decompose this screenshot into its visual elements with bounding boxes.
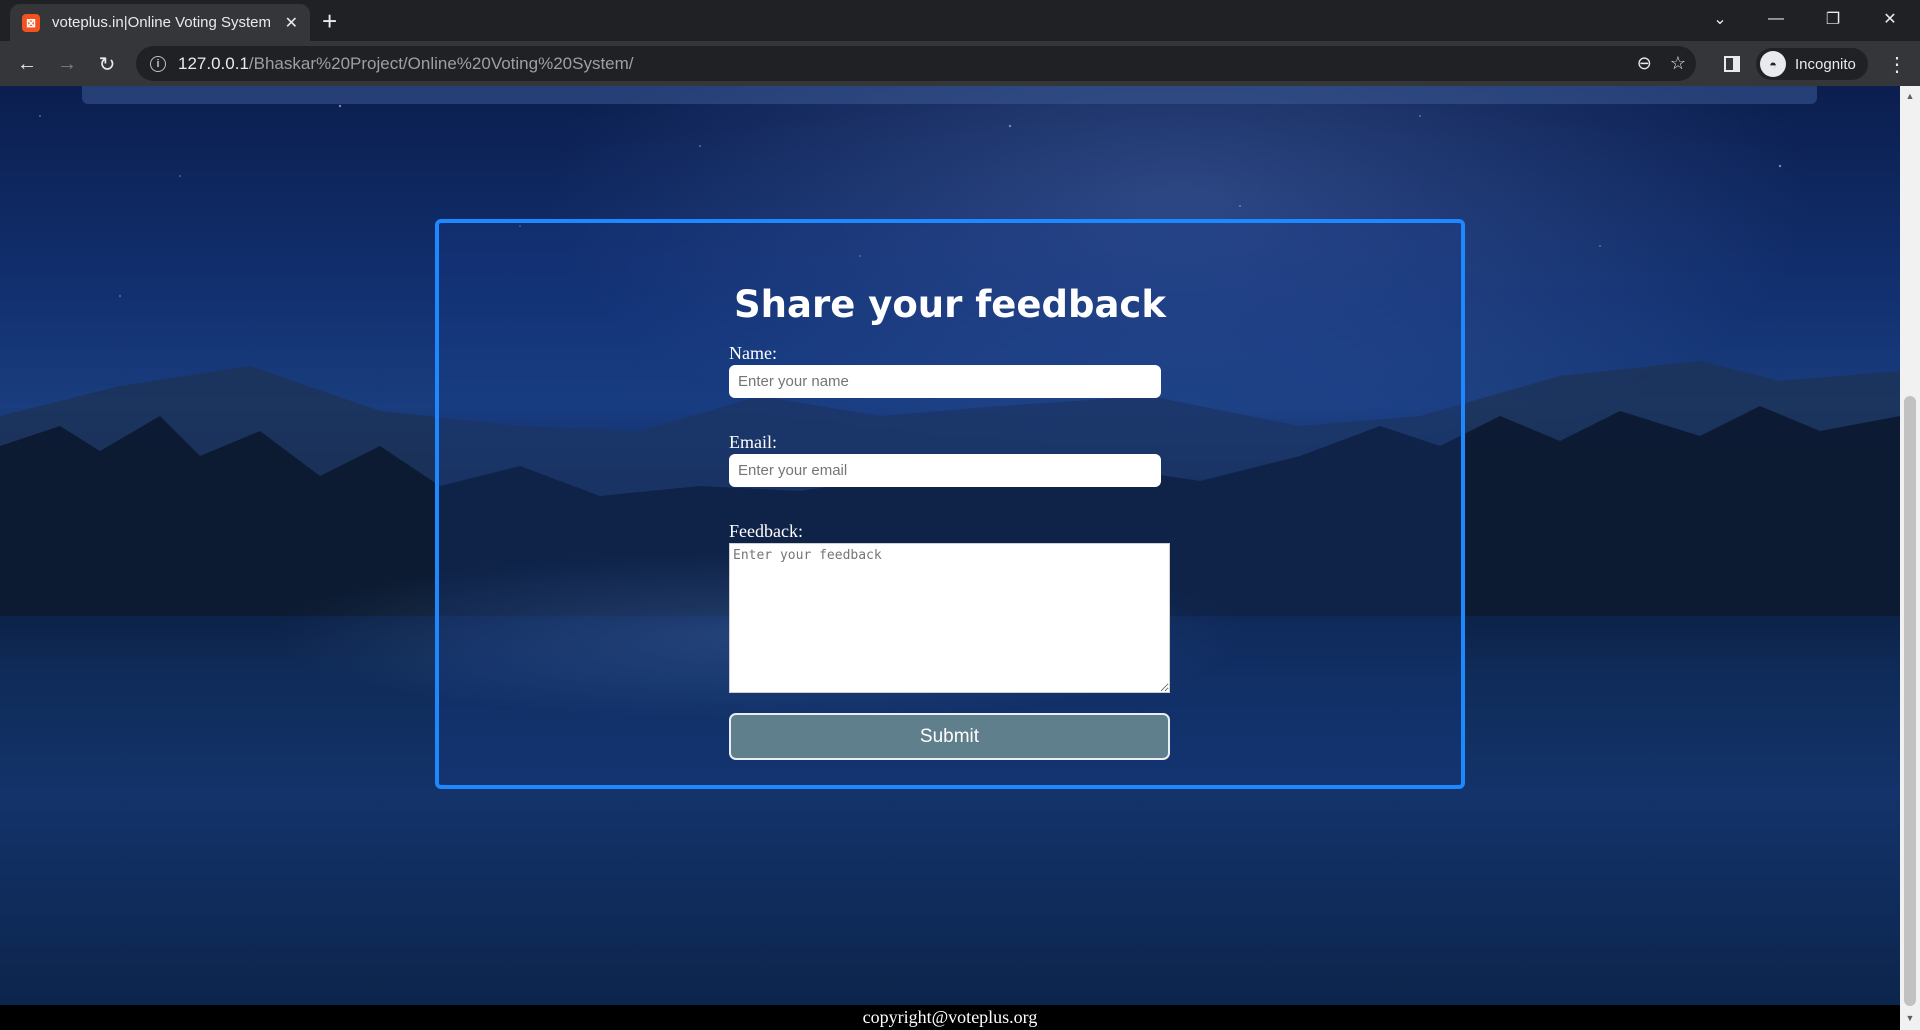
close-tab-icon[interactable]: ✕ [285,13,298,33]
feedback-textarea[interactable] [729,543,1170,693]
name-label: Name: [729,343,777,363]
bookmark-star-icon[interactable]: ☆ [1670,53,1686,74]
email-label: Email: [729,432,777,452]
restore-button[interactable]: ❐ [1805,0,1861,38]
page-viewport: Share your feedback Name: Email: Feedbac… [0,86,1900,1030]
page-scrollbar[interactable]: ▲ ▼ [1900,86,1920,1030]
copyright-text: copyright@voteplus.org [862,1007,1038,1027]
side-panel-icon[interactable] [1716,48,1748,80]
tab-title: voteplus.in|Online Voting System [52,14,272,31]
site-info-icon[interactable]: i [150,55,166,72]
scroll-down-icon[interactable]: ▼ [1904,1012,1916,1024]
page-title: Share your feedback [734,283,1166,326]
incognito-icon: ◓ [1760,51,1786,77]
name-input[interactable] [729,365,1161,398]
tab-search-chevron-icon[interactable]: ⌄ [1692,0,1748,38]
url-host: 127.0.0.1 [178,53,249,73]
reload-button[interactable]: ↻ [90,47,124,81]
url-path: /Bhaskar%20Project/Online%20Voting%20Sys… [248,53,634,73]
scroll-up-icon[interactable]: ▲ [1904,90,1916,102]
feedback-form: Name: Email: Feedback: Submit [729,343,1174,760]
scrollbar-thumb[interactable] [1904,396,1916,1006]
minimize-button[interactable]: — [1748,0,1804,38]
submit-button[interactable]: Submit [729,713,1170,760]
new-tab-button[interactable]: + [322,6,337,36]
email-input[interactable] [729,454,1161,487]
zoom-icon[interactable]: ⊖ [1637,53,1652,74]
feedback-label: Feedback: [729,521,803,541]
active-tab[interactable]: ⊠ voteplus.in|Online Voting System ✕ [10,4,310,41]
tab-strip: ⊠ voteplus.in|Online Voting System ✕ + ⌄… [0,0,1920,41]
site-favicon-icon: ⊠ [22,13,40,32]
forward-button[interactable]: → [50,47,84,81]
back-button[interactable]: ← [10,47,44,81]
footer: copyright@voteplus.org [0,1005,1900,1030]
incognito-label: Incognito [1795,55,1856,73]
header-strip [82,86,1817,104]
feedback-card: Share your feedback Name: Email: Feedbac… [435,219,1465,789]
browser-toolbar: ← → ↻ i 127.0.0.1/Bhaskar%20Project/Onli… [0,41,1920,86]
close-window-button[interactable]: ✕ [1862,0,1918,38]
address-bar[interactable]: i 127.0.0.1/Bhaskar%20Project/Online%20V… [136,46,1696,81]
incognito-profile-button[interactable]: ◓ Incognito [1756,48,1868,80]
kebab-menu-icon[interactable]: ⋮ [1882,48,1912,80]
